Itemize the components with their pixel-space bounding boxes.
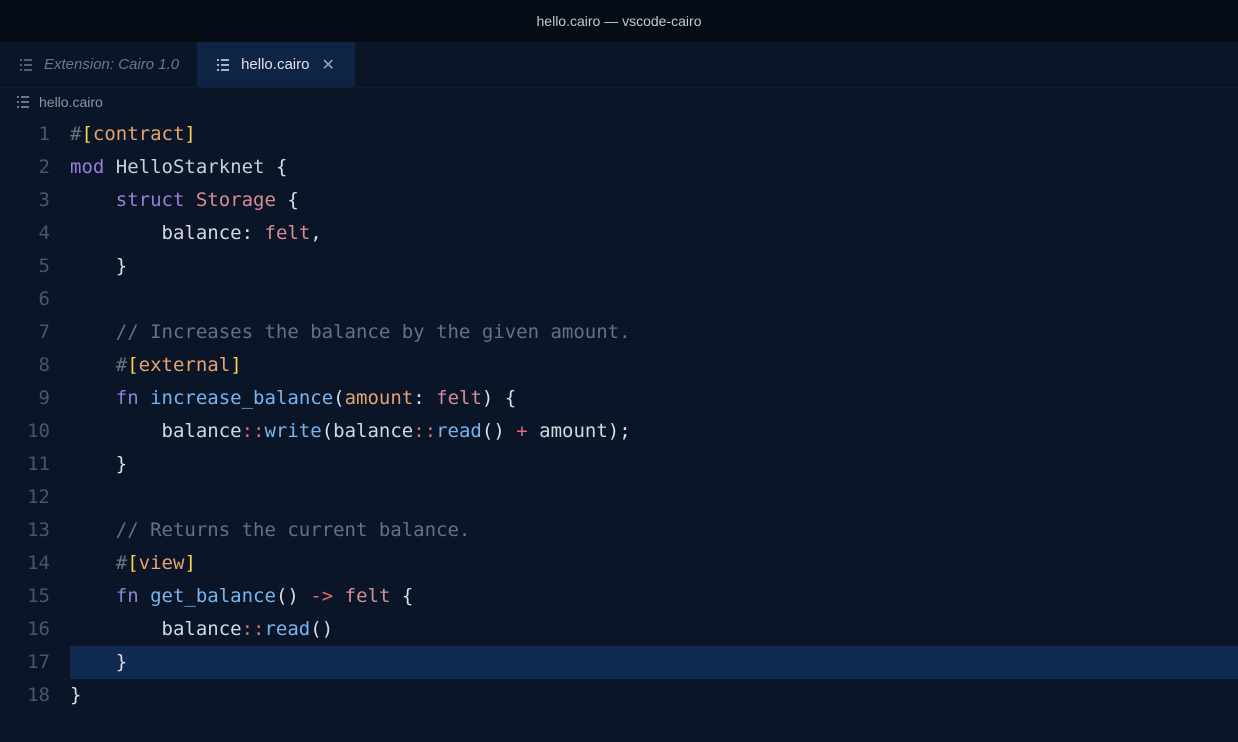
code-line[interactable]: } xyxy=(70,448,1238,481)
line-number: 11 xyxy=(0,448,50,481)
line-number: 17 xyxy=(0,646,50,679)
tab-label: hello.cairo xyxy=(241,56,309,73)
tab-label: Extension: Cairo 1.0 xyxy=(44,56,179,73)
breadcrumb-file: hello.cairo xyxy=(39,94,103,110)
line-number-gutter: 123456789101112131415161718 xyxy=(0,118,70,712)
line-number: 1 xyxy=(0,118,50,151)
code-line[interactable]: mod HelloStarknet { xyxy=(70,151,1238,184)
code-line[interactable] xyxy=(70,481,1238,514)
line-number: 3 xyxy=(0,184,50,217)
code-line[interactable]: // Returns the current balance. xyxy=(70,514,1238,547)
code-line[interactable]: // Increases the balance by the given am… xyxy=(70,316,1238,349)
window-title: hello.cairo — vscode-cairo xyxy=(537,13,702,29)
line-number: 7 xyxy=(0,316,50,349)
file-icon xyxy=(18,57,34,73)
code-line[interactable]: } xyxy=(70,250,1238,283)
line-number: 15 xyxy=(0,580,50,613)
line-number: 16 xyxy=(0,613,50,646)
code-line[interactable]: struct Storage { xyxy=(70,184,1238,217)
tab-bar: Extension: Cairo 1.0 hello.cairo ✕ xyxy=(0,42,1238,88)
breadcrumb[interactable]: hello.cairo xyxy=(0,88,1238,116)
code-content[interactable]: #[contract]mod HelloStarknet { struct St… xyxy=(70,118,1238,712)
code-line[interactable]: } xyxy=(70,679,1238,712)
line-number: 10 xyxy=(0,415,50,448)
line-number: 4 xyxy=(0,217,50,250)
line-number: 5 xyxy=(0,250,50,283)
code-line[interactable] xyxy=(70,283,1238,316)
window-titlebar: hello.cairo — vscode-cairo xyxy=(0,0,1238,42)
code-line[interactable]: #[contract] xyxy=(70,118,1238,151)
file-icon xyxy=(215,57,231,73)
file-icon xyxy=(15,94,31,110)
line-number: 8 xyxy=(0,349,50,382)
editor[interactable]: 123456789101112131415161718 #[contract]m… xyxy=(0,116,1238,712)
line-number: 2 xyxy=(0,151,50,184)
code-line[interactable]: } xyxy=(70,646,1238,679)
line-number: 18 xyxy=(0,679,50,712)
line-number: 12 xyxy=(0,481,50,514)
tab-inactive[interactable]: Extension: Cairo 1.0 xyxy=(0,42,197,87)
line-number: 6 xyxy=(0,283,50,316)
line-number: 14 xyxy=(0,547,50,580)
tab-active[interactable]: hello.cairo ✕ xyxy=(197,42,355,87)
code-line[interactable]: balance: felt, xyxy=(70,217,1238,250)
code-line[interactable]: #[external] xyxy=(70,349,1238,382)
code-line[interactable]: fn get_balance() -> felt { xyxy=(70,580,1238,613)
code-line[interactable]: fn increase_balance(amount: felt) { xyxy=(70,382,1238,415)
code-line[interactable]: balance::write(balance::read() + amount)… xyxy=(70,415,1238,448)
line-number: 9 xyxy=(0,382,50,415)
code-line[interactable]: balance::read() xyxy=(70,613,1238,646)
close-icon[interactable]: ✕ xyxy=(319,55,336,75)
code-line[interactable]: #[view] xyxy=(70,547,1238,580)
line-number: 13 xyxy=(0,514,50,547)
